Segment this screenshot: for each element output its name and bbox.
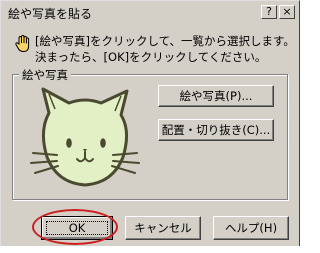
focus-rectangle (46, 221, 108, 235)
close-button[interactable]: × (279, 5, 295, 19)
select-picture-label: 絵や写真(P)... (179, 89, 253, 103)
cancel-label: キャンセル (134, 221, 192, 235)
cancel-button[interactable]: キャンセル (125, 216, 201, 240)
cat-preview-image (29, 83, 141, 199)
title-bar[interactable]: 絵や写真を貼る ? × (3, 3, 297, 21)
select-picture-button[interactable]: 絵や写真(P)... (158, 85, 274, 107)
dialog-window: 絵や写真を貼る ? × [絵や写真]をクリックして、一覧から選択します。 決まっ… (0, 0, 300, 253)
group-label: 絵や写真 (19, 67, 71, 83)
bottom-edge (0, 246, 300, 253)
hand-pointer-icon (14, 34, 32, 58)
ok-button[interactable]: OK (41, 216, 113, 240)
help-button[interactable]: ヘルプ(H) (213, 216, 289, 240)
help-title-button[interactable]: ? (261, 5, 277, 19)
help-label: ヘルプ(H) (224, 221, 278, 235)
close-icon: × (282, 5, 292, 18)
window-title: 絵や写真を貼る (8, 7, 93, 21)
layout-crop-label: 配置・切り抜き(C)... (161, 123, 271, 137)
question-icon: ? (266, 5, 272, 18)
instruction-line-2: 決まったら、[OK]をクリックしてください。 (35, 50, 267, 64)
layout-crop-button[interactable]: 配置・切り抜き(C)... (158, 119, 274, 141)
instruction-line-1: [絵や写真]をクリックして、一覧から選択します。 (35, 34, 295, 48)
